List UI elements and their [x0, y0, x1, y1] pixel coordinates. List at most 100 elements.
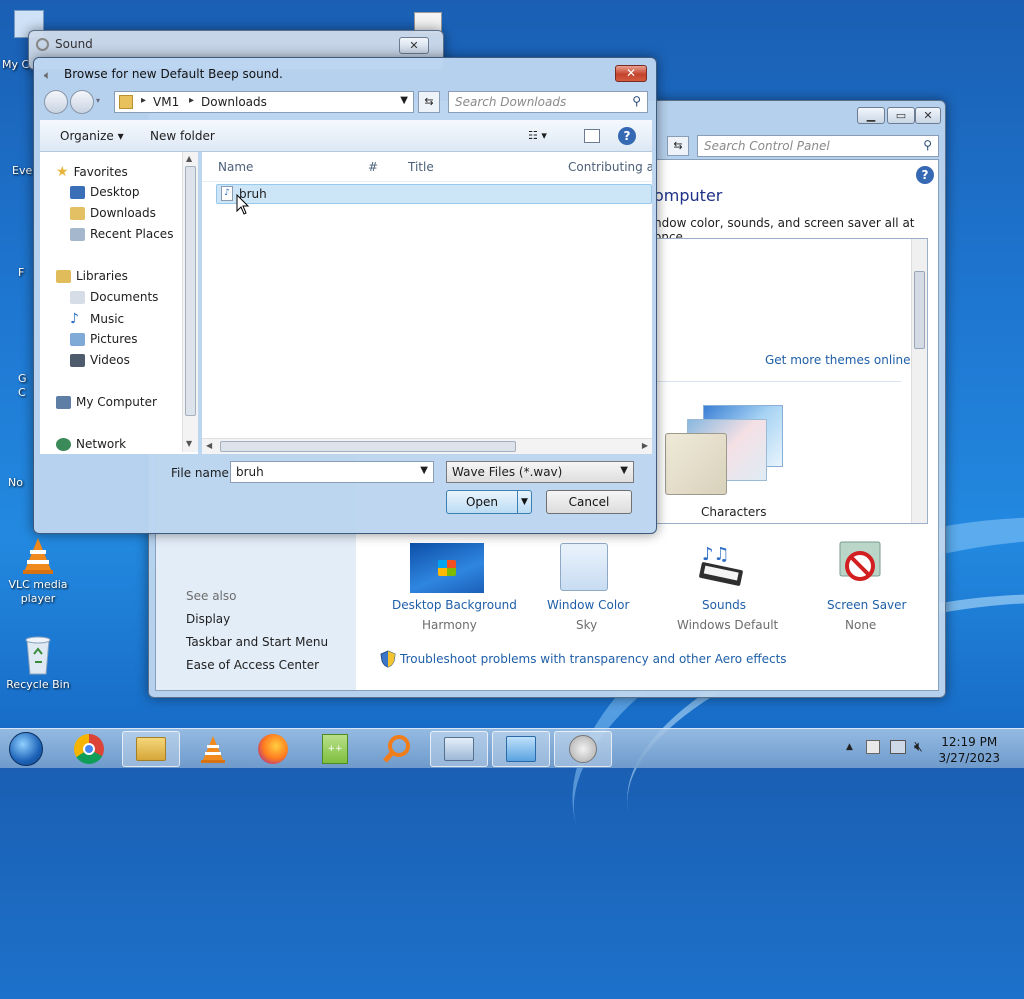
- taskbar-firefox[interactable]: [244, 731, 302, 767]
- taskbar-explorer[interactable]: [122, 731, 180, 767]
- nav-favorites[interactable]: ★ Favorites: [56, 164, 128, 180]
- vlc-cone-icon: [23, 538, 53, 574]
- taskbar-sound[interactable]: [554, 731, 612, 767]
- column-title[interactable]: Title: [408, 160, 434, 174]
- back-button[interactable]: [44, 90, 68, 114]
- view-options-icon[interactable]: ☷ ▾: [528, 129, 547, 142]
- close-button[interactable]: ✕: [915, 107, 941, 124]
- cancel-button[interactable]: Cancel: [546, 490, 632, 514]
- window-color-link[interactable]: Window Color: [547, 598, 629, 612]
- column-contributing-artists[interactable]: Contributing art: [568, 160, 652, 174]
- nav-scrollbar[interactable]: ▲ ▼: [182, 152, 198, 452]
- nav-pictures[interactable]: Pictures: [70, 332, 138, 346]
- nav-music[interactable]: ♪ Music: [70, 311, 124, 327]
- taskbar-vlc[interactable]: [184, 731, 242, 767]
- show-hidden-icons-button[interactable]: ▲: [846, 742, 853, 752]
- desktop-label-my-computer[interactable]: My C: [2, 58, 29, 71]
- refresh-icon[interactable]: ⇆: [667, 136, 689, 156]
- forward-button[interactable]: [70, 90, 94, 114]
- refresh-icon[interactable]: ⇆: [418, 91, 440, 113]
- theme-characters-thumbnail[interactable]: [663, 405, 785, 501]
- speaker-icon: [569, 735, 597, 763]
- file-row[interactable]: ♪ bruh: [216, 184, 652, 204]
- desktop-label-g[interactable]: G: [18, 372, 27, 385]
- breadcrumb-downloads[interactable]: Downloads: [201, 95, 267, 109]
- desktop-icon: [70, 185, 85, 199]
- remote-desktop-icon: [444, 737, 474, 761]
- nav-desktop[interactable]: Desktop: [70, 185, 140, 199]
- nav-documents[interactable]: Documents: [70, 290, 158, 304]
- nav-libraries[interactable]: Libraries: [56, 269, 128, 283]
- vlc-icon: [201, 736, 225, 763]
- dialog-close-button[interactable]: ✕: [615, 65, 647, 82]
- troubleshoot-link[interactable]: Troubleshoot problems with transparency …: [400, 652, 787, 666]
- horizontal-scrollbar[interactable]: ◀ ▶: [202, 438, 652, 454]
- star-icon: ★: [56, 164, 69, 180]
- taskbar-search-app[interactable]: [368, 731, 426, 767]
- nav-videos[interactable]: Videos: [70, 353, 130, 367]
- desktop-background-icon[interactable]: [410, 543, 484, 593]
- desktop-label-f[interactable]: F: [18, 266, 24, 279]
- file-name-label: File name:: [171, 466, 233, 480]
- see-also-display-link[interactable]: Display: [186, 612, 230, 626]
- mouse-cursor-icon: [236, 194, 250, 215]
- nav-my-computer[interactable]: My Computer: [56, 395, 157, 409]
- start-button[interactable]: [0, 731, 52, 767]
- sounds-icon[interactable]: ♪♫: [696, 540, 748, 592]
- organize-menu[interactable]: Organize ▾: [60, 129, 124, 143]
- desktop-label-no[interactable]: No: [8, 476, 23, 489]
- theme-name: Characters: [701, 505, 767, 519]
- action-center-flag-icon[interactable]: [866, 740, 880, 754]
- window-color-icon[interactable]: [560, 543, 608, 591]
- see-also-taskbar-link[interactable]: Taskbar and Start Menu: [186, 635, 328, 649]
- desktop-icon-label: Recycle Bin: [6, 678, 70, 691]
- network-icon: [56, 437, 71, 451]
- maximize-button[interactable]: ▭: [887, 107, 915, 124]
- new-folder-button[interactable]: New folder: [150, 129, 215, 143]
- file-type-select[interactable]: Wave Files (*.wav) ▼: [446, 461, 634, 483]
- explorer-folder-icon: [136, 737, 166, 761]
- file-name-input[interactable]: bruh ▼: [230, 461, 434, 483]
- column-name[interactable]: Name: [218, 160, 253, 174]
- help-icon[interactable]: ?: [916, 166, 934, 184]
- firefox-icon: [258, 734, 288, 764]
- column-header-row: Name # Title Contributing art: [202, 152, 652, 182]
- network-tray-icon[interactable]: [890, 740, 906, 754]
- taskbar-notepad-plus[interactable]: ++: [306, 731, 364, 767]
- get-more-themes-link[interactable]: Get more themes online: [765, 353, 911, 367]
- sound-close-button[interactable]: ✕: [399, 37, 429, 54]
- taskbar-remote-desktop[interactable]: [430, 731, 488, 767]
- taskbar-control-panel[interactable]: [492, 731, 550, 767]
- chrome-icon: [74, 734, 104, 764]
- theme-list-scrollbar[interactable]: [911, 239, 927, 523]
- open-split-dropdown[interactable]: ▼: [517, 491, 531, 513]
- taskbar-chrome[interactable]: [60, 731, 118, 767]
- control-panel-search-input[interactable]: Search Control Panel ⚲: [697, 135, 939, 157]
- screen-saver-link[interactable]: Screen Saver: [827, 598, 906, 612]
- history-chevron-icon[interactable]: ▾: [96, 96, 100, 105]
- help-icon[interactable]: ?: [618, 127, 636, 145]
- sounds-value: Windows Default: [677, 618, 779, 632]
- sounds-link[interactable]: Sounds: [702, 598, 746, 612]
- desktop-label-c[interactable]: C: [18, 386, 26, 399]
- breadcrumb-vm1[interactable]: VM1: [153, 95, 179, 109]
- nav-recent-places[interactable]: Recent Places: [70, 227, 173, 241]
- minimize-button[interactable]: ▁: [857, 107, 885, 124]
- search-downloads-input[interactable]: Search Downloads ⚲: [448, 91, 648, 113]
- column-number[interactable]: #: [368, 160, 378, 174]
- preview-pane-icon[interactable]: [584, 129, 600, 143]
- chevron-down-icon: ▼: [420, 465, 428, 476]
- address-dropdown-icon[interactable]: ▼: [400, 95, 408, 106]
- desktop-background-link[interactable]: Desktop Background: [392, 598, 517, 612]
- nav-network[interactable]: Network: [56, 437, 126, 451]
- desktop-icon-recycle-bin[interactable]: Recycle Bin: [0, 632, 76, 692]
- nav-downloads[interactable]: Downloads: [70, 206, 156, 220]
- desktop-icon-vlc[interactable]: VLC media player: [0, 536, 76, 606]
- address-bar[interactable]: ▸ VM1 ▸ Downloads ▼: [114, 91, 414, 113]
- see-also-ease-link[interactable]: Ease of Access Center: [186, 658, 319, 672]
- desktop-label-eve[interactable]: Eve: [12, 164, 32, 177]
- volume-muted-icon[interactable]: 🔇︎: [914, 739, 923, 755]
- open-button[interactable]: Open ▼: [446, 490, 532, 514]
- screen-saver-icon[interactable]: [836, 540, 884, 590]
- system-clock[interactable]: 12:19 PM 3/27/2023: [938, 734, 1000, 766]
